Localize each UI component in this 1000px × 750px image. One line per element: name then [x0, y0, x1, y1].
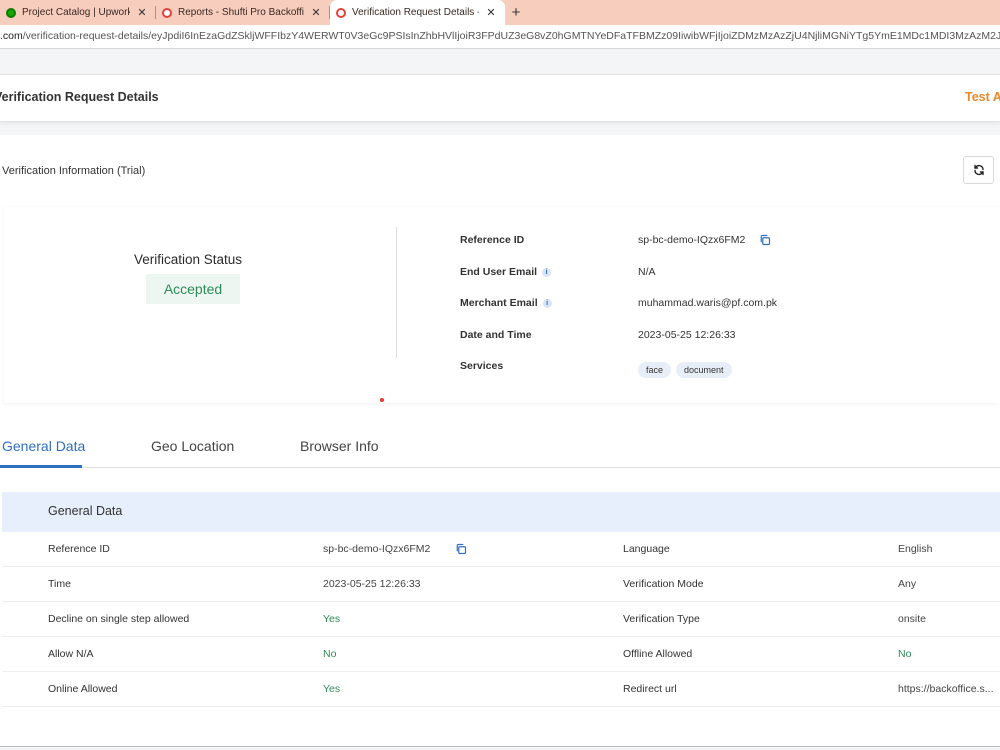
- row-label: Verification Type: [623, 613, 700, 625]
- services-chips: face document: [638, 362, 737, 378]
- copy-icon[interactable]: [455, 543, 467, 555]
- shufti-favicon-icon: [162, 7, 172, 18]
- reference-id-text: sp-bc-demo-IQzx6FM2: [323, 543, 431, 555]
- row-value: Any: [898, 578, 917, 590]
- row-label: Language: [623, 543, 670, 555]
- browser-tab-verification[interactable]: Verification Request Details - Shu ✕: [330, 0, 505, 25]
- merchant-email-label-text: Merchant Email: [460, 297, 538, 309]
- browser-tab-reports[interactable]: Reports - Shufti Pro Backoffice ✕: [156, 0, 330, 25]
- browser-tab-title: Reports - Shufti Pro Backoffice: [178, 7, 304, 18]
- general-data-title: General Data: [48, 504, 123, 518]
- browser-tab-title: Verification Request Details - Shu: [352, 7, 479, 18]
- row-label: Offline Allowed: [623, 648, 693, 660]
- tab-general-data[interactable]: General Data: [2, 438, 85, 454]
- reference-id-label: Reference ID: [460, 234, 525, 246]
- divider: [396, 227, 397, 358]
- end-user-email-label: End User Email i: [460, 266, 552, 278]
- row-value: Yes: [323, 613, 341, 625]
- service-chip-face: face: [638, 362, 672, 378]
- verification-status-label: Verification Status: [134, 252, 243, 267]
- reference-id-value: sp-bc-demo-IQzx6FM2: [638, 234, 771, 246]
- row-value: No: [323, 648, 337, 660]
- service-chip-document: document: [676, 362, 732, 378]
- row-label: Verification Mode: [623, 578, 704, 590]
- new-tab-button[interactable]: +: [505, 0, 527, 25]
- row-label: Time: [48, 578, 71, 590]
- reference-id-text: sp-bc-demo-IQzx6FM2: [638, 234, 746, 246]
- row-label: Allow N/A: [48, 648, 94, 660]
- verification-info-box: Verification Status Accepted Reference I…: [4, 207, 1000, 403]
- browser-tab-upwork[interactable]: Project Catalog | Upwork ✕: [0, 0, 156, 25]
- url-path: /verification-request-details/eyJpdiI6In…: [22, 30, 1000, 42]
- refresh-button[interactable]: [963, 156, 994, 184]
- active-tab-indicator: [0, 465, 82, 468]
- row-label: Decline on single step allowed: [48, 613, 190, 625]
- close-tab-icon[interactable]: ✕: [136, 6, 148, 19]
- redirect-url-value[interactable]: https://backoffice.s...: [898, 683, 994, 695]
- table-row: Time 2023-05-25 12:26:33 Verification Mo…: [2, 567, 1000, 602]
- copy-icon[interactable]: [759, 234, 771, 246]
- divider: [0, 746, 1000, 747]
- info-icon[interactable]: i: [542, 267, 552, 277]
- upwork-favicon-icon: [6, 7, 16, 18]
- table-row: Online Allowed Yes Redirect url https://…: [2, 672, 1000, 707]
- table-row: Allow N/A No Offline Allowed No: [2, 637, 1000, 672]
- close-tab-icon[interactable]: ✕: [485, 6, 497, 19]
- indicator-dot: [380, 398, 384, 402]
- info-icon[interactable]: i: [542, 298, 552, 308]
- row-value: No: [898, 648, 912, 660]
- table-row: Decline on single step allowed Yes Verif…: [2, 602, 1000, 637]
- row-value: 2023-05-25 12:26:33: [323, 578, 421, 590]
- row-value: Yes: [323, 683, 341, 695]
- row-label: Reference ID: [48, 543, 110, 555]
- end-user-email-value: N/A: [638, 266, 656, 278]
- url-domain: .com: [0, 30, 23, 42]
- row-value: onsite: [898, 613, 927, 625]
- tab-browser-info[interactable]: Browser Info: [300, 438, 379, 454]
- url-text: .com/verification-request-details/eyJpdi…: [0, 30, 1000, 42]
- page-header: Verification Request Details Test Ac: [0, 74, 1000, 122]
- row-value: sp-bc-demo-IQzx6FM2: [323, 543, 467, 555]
- browser-tab-bar: Project Catalog | Upwork ✕ Reports - Shu…: [0, 0, 1000, 25]
- browser-tab-title: Project Catalog | Upwork: [22, 7, 130, 18]
- address-bar[interactable]: .com/verification-request-details/eyJpdi…: [0, 25, 1000, 49]
- general-data-header: General Data: [2, 492, 1000, 532]
- services-label: Services: [460, 360, 504, 372]
- date-time-label: Date and Time: [460, 329, 532, 341]
- merchant-email-value: muhammad.waris@pf.com.pk: [638, 297, 778, 309]
- status-badge: Accepted: [146, 274, 240, 304]
- tab-geo-location[interactable]: Geo Location: [151, 438, 234, 454]
- end-user-email-label-text: End User Email: [460, 266, 538, 278]
- row-label: Redirect url: [623, 683, 677, 695]
- test-account-link[interactable]: Test Ac: [965, 90, 1000, 104]
- refresh-icon: [973, 164, 984, 176]
- date-time-value: 2023-05-25 12:26:33: [638, 329, 736, 341]
- shufti-favicon-icon: [336, 7, 346, 18]
- verification-card: Verification Information (Trial) Verific…: [0, 135, 1000, 747]
- row-label: Online Allowed: [48, 683, 118, 695]
- close-tab-icon[interactable]: ✕: [310, 6, 322, 19]
- table-row: Reference ID sp-bc-demo-IQzx6FM2 Languag…: [2, 532, 1000, 567]
- detail-tabs: General Data Geo Location Browser Info: [0, 432, 1000, 468]
- row-value: English: [898, 543, 933, 555]
- page-title: Verification Request Details: [0, 90, 159, 104]
- section-title: Verification Information (Trial): [2, 165, 146, 177]
- merchant-email-label: Merchant Email i: [460, 297, 552, 309]
